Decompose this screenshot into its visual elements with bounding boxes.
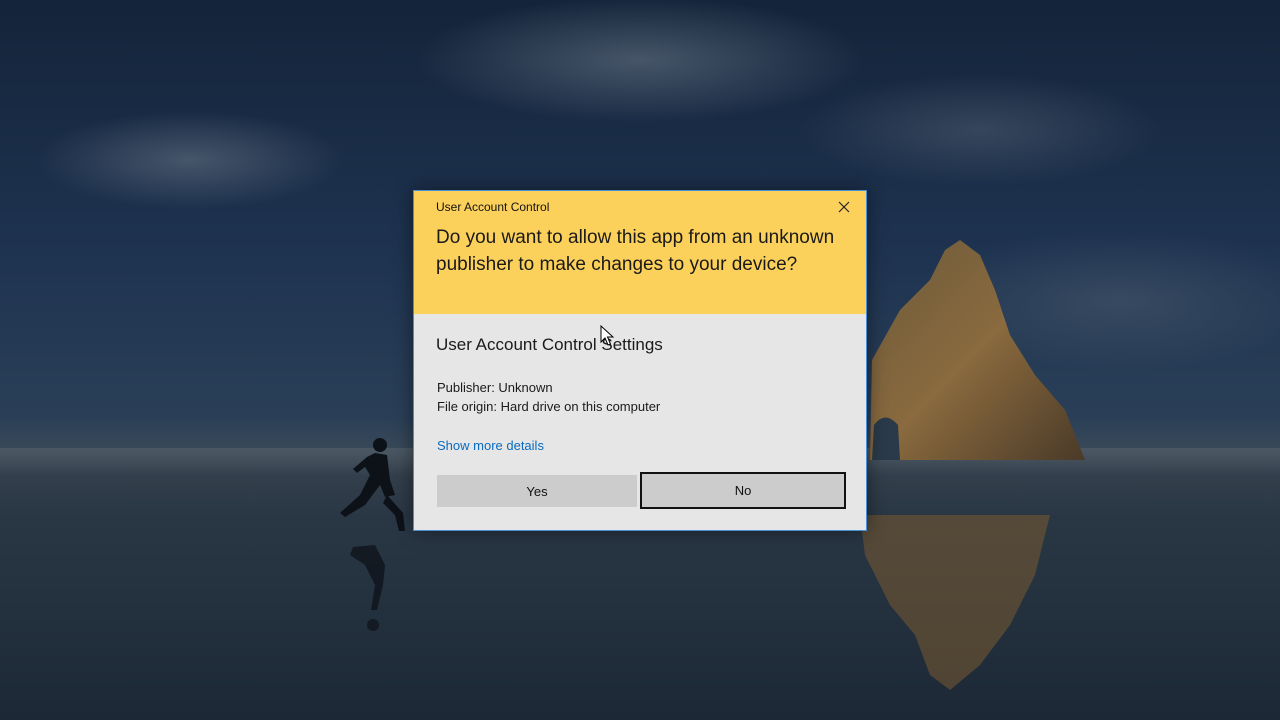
yes-button[interactable]: Yes	[437, 475, 637, 507]
rock-reflection	[860, 515, 1050, 690]
close-button[interactable]	[832, 197, 856, 217]
app-name: User Account Control Settings	[436, 335, 663, 354]
sea-rock-arch	[870, 240, 1085, 460]
no-button[interactable]: No	[640, 472, 846, 509]
runner-silhouette	[340, 438, 405, 631]
file-origin-info: File origin: Hard drive on this computer	[437, 399, 661, 414]
desktop-background: User Account Control Do you want to allo…	[0, 0, 1280, 720]
uac-dialog: User Account Control Do you want to allo…	[413, 190, 867, 531]
publisher-info: Publisher: Unknown	[437, 380, 553, 395]
mouse-cursor-icon	[600, 325, 614, 346]
uac-body: User Account Control Settings Publisher:…	[414, 314, 866, 529]
uac-header: User Account Control Do you want to allo…	[414, 191, 866, 314]
dialog-title: User Account Control	[436, 200, 550, 214]
close-icon	[838, 201, 850, 213]
uac-question: Do you want to allow this app from an un…	[436, 227, 835, 275]
show-more-details-link[interactable]: Show more details	[437, 438, 544, 453]
